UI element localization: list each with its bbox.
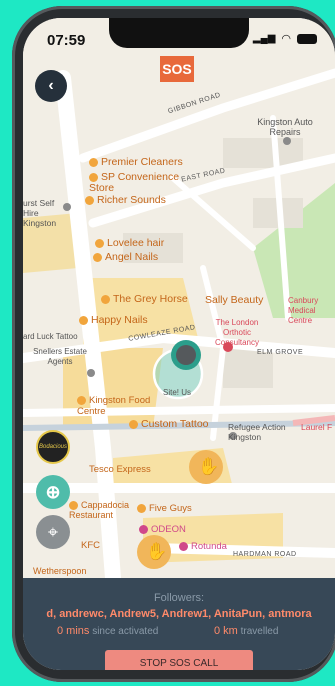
- place-label: Richer Sounds: [85, 194, 166, 206]
- add-location-button[interactable]: ⊕: [36, 475, 70, 509]
- chevron-left-icon: ‹: [48, 77, 54, 94]
- place-label: Premier Cleaners: [89, 156, 183, 168]
- mins-label: since activated: [92, 626, 159, 637]
- place-label: Tesco Express: [89, 464, 151, 475]
- place-label: Snellers Estate Agents: [33, 347, 87, 366]
- place-label: ard Luck Tattoo: [23, 332, 78, 341]
- place-label: Wetherspoon: [33, 566, 87, 576]
- road-label: ELM GROVE: [257, 349, 304, 356]
- place-label: Laurel F: [301, 422, 333, 432]
- followers-list: d, andrewc, Andrew5, Andrew1, AnitaPun, …: [46, 608, 312, 620]
- place-label: urst Self Hire Kingston: [23, 198, 57, 228]
- mins-value: 0 mins: [57, 625, 90, 637]
- place-label: ODEON: [139, 524, 186, 535]
- place-label: Canbury Medical Centre: [288, 296, 319, 325]
- place-label: Lovelee hair: [95, 237, 164, 249]
- notch: [109, 18, 249, 48]
- plus-icon: ⊕: [45, 481, 61, 502]
- place-label: The London Orthotic Consultancy: [214, 318, 260, 347]
- user-marker-label: Site! Us: [163, 388, 192, 397]
- place-label: Happy Nails: [79, 314, 148, 326]
- system-icons: ▂▄▆ ◠: [253, 32, 317, 45]
- place-label: Five Guys: [137, 503, 192, 514]
- place-label: Refugee Action Kingston: [228, 422, 286, 442]
- km-value: 0 km: [214, 625, 238, 637]
- signal-icon: ▂▄▆: [252, 33, 276, 44]
- stop-sos-button[interactable]: STOP SOS CALL: [105, 650, 253, 670]
- locate-me-button[interactable]: ⌖: [36, 515, 70, 549]
- battery-icon: [297, 33, 317, 44]
- alert-hand-icon-2[interactable]: ✋: [146, 542, 167, 562]
- place-label: Rotunda: [179, 541, 227, 552]
- wifi-icon: ◠: [281, 33, 291, 45]
- place-label: SP Convenience Store: [89, 171, 180, 194]
- app-screen: ✋ ✋ GIBBON ROAD EAST ROAD COWLEAZE ROAD …: [23, 18, 335, 670]
- place-label: Kingston Food Centre: [77, 395, 151, 417]
- back-button[interactable]: ‹: [35, 70, 67, 102]
- km-label: travelled: [240, 626, 279, 637]
- place-label: Sally Beauty: [205, 294, 264, 306]
- alert-hand-icon[interactable]: ✋: [198, 457, 219, 477]
- place-label: Angel Nails: [93, 251, 158, 263]
- place-label: Kingston Auto Repairs: [257, 117, 313, 137]
- place-label: KFC: [81, 540, 100, 551]
- place-label: Custom Tattoo: [129, 418, 209, 430]
- sos-badge: SOS: [160, 56, 194, 82]
- brand-logo[interactable]: Bodacious: [36, 430, 70, 464]
- time-stat: 0 mins since activated: [57, 625, 158, 637]
- logo-text: Bodacious: [38, 444, 68, 450]
- distance-stat: 0 km travelled: [214, 625, 278, 637]
- status-time: 07:59: [47, 32, 86, 49]
- road-label: HARDMAN ROAD: [233, 551, 297, 558]
- crosshair-icon: ⌖: [47, 521, 59, 542]
- place-label: The Grey Horse: [101, 293, 188, 305]
- place-label: Cappadocia Restaurant: [69, 500, 130, 521]
- followers-title: Followers:: [153, 592, 205, 604]
